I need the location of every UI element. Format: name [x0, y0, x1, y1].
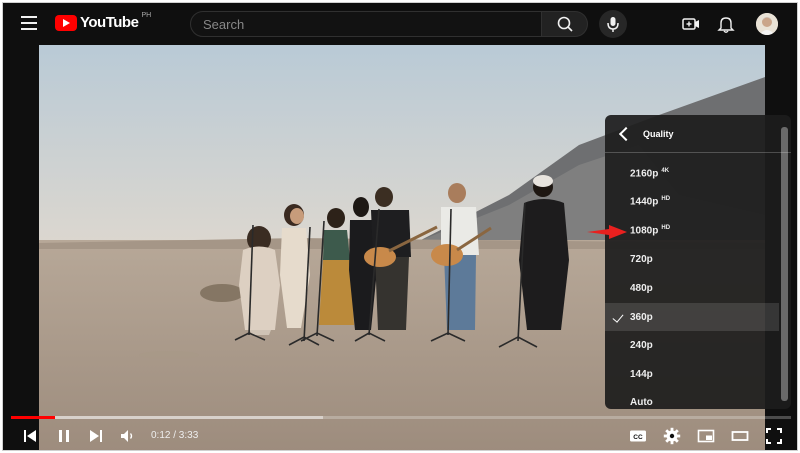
quality-label: 2160p: [630, 168, 659, 180]
next-icon[interactable]: [87, 427, 105, 445]
search-button[interactable]: [542, 11, 588, 37]
bell-icon: [717, 17, 735, 33]
settings-icon[interactable]: [663, 427, 681, 445]
back-chevron-icon: [618, 126, 634, 141]
quality-option-2160p[interactable]: 2160p 4K: [605, 160, 779, 188]
quality-label: 720p: [630, 253, 653, 265]
create-icon: [682, 18, 699, 30]
cc-label: CC: [633, 434, 643, 441]
avatar[interactable]: [756, 13, 778, 35]
fullscreen-icon[interactable]: [765, 427, 783, 445]
quality-badge: 4K: [661, 168, 670, 175]
quality-menu: Quality 2160p 4K 1440p HD 1080p HD 720p 480…: [605, 115, 791, 409]
youtube-logo[interactable]: YouTube PH: [55, 12, 152, 31]
voice-search-button[interactable]: [599, 10, 627, 38]
quality-label: 360p: [630, 311, 653, 323]
pause-icon[interactable]: [55, 427, 73, 445]
country-code: PH: [141, 12, 152, 19]
notifications-button[interactable]: [716, 14, 736, 34]
quality-label: 480p: [630, 282, 653, 294]
volume-icon[interactable]: [119, 427, 137, 445]
quality-label: 240p: [630, 339, 653, 351]
progress-bar[interactable]: [11, 416, 791, 419]
youtube-play-icon: [55, 15, 77, 31]
mic-icon: [607, 17, 619, 32]
search-icon: [557, 16, 573, 32]
quality-option-480p[interactable]: 480p: [605, 274, 779, 302]
quality-label: Auto: [630, 396, 653, 408]
youtube-window: YouTube PH Search 0:12 / 3:33 CC Quality…: [2, 2, 798, 451]
quality-label: 144p: [630, 368, 653, 380]
create-button[interactable]: [681, 14, 701, 34]
checkmark-icon: [612, 311, 624, 323]
quality-option-144p[interactable]: 144p: [605, 360, 779, 388]
quality-option-auto[interactable]: Auto: [605, 388, 779, 409]
quality-option-360p[interactable]: 360p: [605, 303, 779, 331]
masthead: YouTube PH: [3, 3, 797, 45]
quality-label: 1080p: [630, 225, 659, 237]
cc-icon[interactable]: CC: [629, 427, 647, 445]
progress-buffered: [11, 416, 323, 419]
quality-badge: HD: [661, 196, 671, 203]
previous-icon[interactable]: [21, 427, 39, 445]
menu-scrollbar[interactable]: [781, 127, 788, 401]
logo-text: YouTube: [80, 14, 139, 31]
quality-label: 1440p: [630, 196, 659, 208]
quality-option-1440p[interactable]: 1440p HD: [605, 188, 779, 216]
search-box: [190, 11, 545, 37]
search-input[interactable]: [191, 12, 545, 37]
time-display: 0:12 / 3:33: [151, 430, 199, 441]
quality-menu-header[interactable]: Quality: [605, 115, 791, 153]
menu-icon[interactable]: [21, 16, 37, 30]
miniplayer-icon[interactable]: [697, 427, 715, 445]
quality-option-1080p[interactable]: 1080p HD: [605, 217, 779, 245]
theater-icon[interactable]: [731, 427, 749, 445]
avatar-image: [756, 13, 778, 35]
quality-option-240p[interactable]: 240p: [605, 331, 779, 359]
quality-badge: HD: [661, 225, 671, 232]
annotation-arrow-icon: [587, 225, 627, 239]
quality-menu-title: Quality: [643, 128, 674, 139]
progress-played: [11, 416, 55, 419]
quality-option-720p[interactable]: 720p: [605, 245, 779, 273]
